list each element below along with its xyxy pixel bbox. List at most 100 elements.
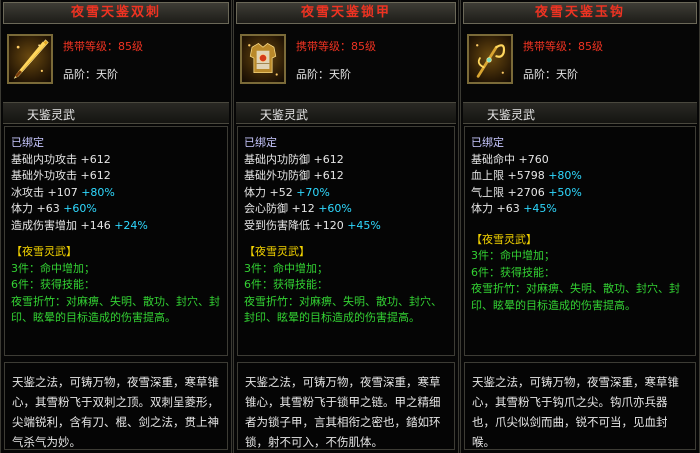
stat-bonus: +80% — [548, 169, 582, 182]
set-bonus-line: 3件：命中增加； — [471, 249, 555, 262]
set-name: 【夜雪灵武】 — [11, 245, 77, 258]
item-title: 夜雪天鉴玉钩 — [463, 2, 697, 24]
level-requirement: 携带等级：85级 — [523, 38, 603, 54]
level-requirement: 携带等级：85级 — [63, 38, 143, 54]
rank: 品阶：天阶 — [63, 66, 118, 82]
stat-name: 造成伤害增加 — [11, 218, 77, 232]
stat-base: +612 — [80, 152, 111, 166]
stat-bonus: +45% — [523, 202, 557, 215]
bound-status: 已绑定 — [244, 136, 277, 149]
stat-base: +63 — [36, 202, 60, 215]
stat-name: 基础外功防御 — [244, 169, 310, 182]
stat-bonus: +80% — [81, 185, 115, 199]
level-label: 携带等级： — [296, 40, 351, 53]
stat-name: 血上限 — [471, 169, 504, 182]
stat-base: +12 — [291, 202, 315, 215]
stat-row: 受到伤害降低 +120 +45% — [244, 218, 448, 235]
twin-blade-weapon-icon[interactable] — [7, 34, 53, 84]
stat-name: 基础外功攻击 — [11, 169, 77, 182]
stat-name: 会心防御 — [244, 202, 288, 215]
bound-status: 已绑定 — [11, 136, 44, 149]
stat-base: +612 — [80, 169, 111, 182]
stat-name: 体力 — [11, 202, 33, 215]
item-description: 天鉴之法，可铸万物，夜雪深重，寒草锥心，其雪粉飞于钩爪之尖。钩爪亦兵器也，爪尖似… — [464, 362, 696, 450]
level-label: 携带等级： — [63, 40, 118, 53]
set-name: 【夜雪灵武】 — [244, 245, 310, 258]
set-bonus-line: 6件：获得技能： — [471, 265, 555, 279]
bound-status: 已绑定 — [471, 136, 504, 149]
item-card-twin-blade: 夜雪天鉴双刺 携带等级：85级 品阶：天阶 天鉴灵武 已绑定 基础内功攻击 +6… — [0, 0, 232, 453]
stat-bonus: +60% — [63, 202, 97, 215]
stat-row: 基础外功攻击 +612 — [11, 168, 221, 185]
rank-label: 品阶： — [296, 68, 329, 81]
level-value: 85级 — [118, 40, 143, 53]
item-card-jade-hook: 夜雪天鉴玉钩 携带等级：85级 品阶：天阶 天鉴灵武 已绑定 基础命中 +760… — [460, 0, 700, 453]
stat-row: 基础命中 +760 — [471, 152, 689, 169]
stat-bonus: +45% — [347, 218, 381, 232]
rank-value: 天阶 — [329, 68, 351, 81]
stat-row: 基础外功防御 +612 — [244, 168, 448, 185]
stat-name: 基础内功攻击 — [11, 152, 77, 166]
stat-row: 基础内功防御 +612 — [244, 152, 448, 169]
stat-name: 体力 — [244, 185, 266, 199]
stat-row: 造成伤害增加 +146 +24% — [11, 218, 221, 235]
stat-name: 冰攻击 — [11, 185, 44, 199]
item-card-chain-armor: 夜雪天鉴锁甲 携带等级：85级 品阶：天阶 天鉴灵武 已绑定 基础内功防御 +6… — [233, 0, 459, 453]
rank-label: 品阶： — [63, 68, 96, 81]
stat-base: +612 — [313, 152, 344, 166]
category-bar: 天鉴灵武 — [463, 102, 697, 124]
rank-value: 天阶 — [96, 68, 118, 81]
level-value: 85级 — [351, 40, 376, 53]
stat-name: 基础命中 — [471, 152, 515, 166]
category-label: 天鉴灵武 — [260, 108, 309, 122]
stats-panel: 已绑定 基础内功攻击 +612 基础外功攻击 +612 冰攻击 +107 +80… — [4, 126, 228, 356]
stat-base: +63 — [496, 202, 520, 215]
set-bonus-line: 3件：命中增加； — [244, 261, 328, 275]
jade-hook-weapon-icon[interactable] — [467, 34, 513, 84]
stat-row: 气上限 +2706 +50% — [471, 185, 689, 202]
set-bonus-line: 6件：获得技能： — [11, 278, 95, 291]
item-title: 夜雪天鉴锁甲 — [236, 2, 456, 24]
item-title: 夜雪天鉴双刺 — [3, 2, 229, 24]
level-requirement: 携带等级：85级 — [296, 38, 376, 54]
stat-name: 气上限 — [471, 185, 504, 199]
set-name: 【夜雪灵武】 — [471, 232, 537, 246]
stat-name: 受到伤害降低 — [244, 218, 310, 232]
rank-value: 天阶 — [556, 68, 578, 81]
category-bar: 天鉴灵武 — [3, 102, 229, 124]
stat-row: 基础内功攻击 +612 — [11, 152, 221, 169]
stat-row: 体力 +52 +70% — [244, 185, 448, 202]
stat-bonus: +50% — [548, 185, 582, 199]
stat-row: 体力 +63 +45% — [471, 201, 689, 218]
level-value: 85级 — [578, 40, 603, 53]
stat-name: 基础内功防御 — [244, 152, 310, 166]
stat-base: +52 — [269, 185, 293, 199]
stat-base: +107 — [47, 185, 78, 199]
rank: 品阶：天阶 — [296, 66, 351, 82]
set-bonus-line: 6件：获得技能： — [244, 278, 328, 291]
stat-bonus: +24% — [114, 218, 148, 232]
item-description: 天鉴之法，可铸万物，夜雪深重，寒草锥心，其雪粉飞于锁甲之链。甲之精细者为锁子甲，… — [237, 362, 455, 450]
stat-row: 体力 +63 +60% — [11, 201, 221, 218]
set-bonus-line: 3件：命中增加； — [11, 261, 95, 275]
category-label: 天鉴灵武 — [487, 108, 536, 122]
stats-panel: 已绑定 基础内功防御 +612 基础外功防御 +612 体力 +52 +70% … — [237, 126, 455, 356]
set-skill-desc: 夜雪折竹：对麻痹、失明、散功、封穴、封印、眩晕的目标造成的伤害提高。 — [11, 294, 220, 325]
stat-row: 血上限 +5798 +80% — [471, 168, 689, 185]
set-skill-desc: 夜雪折竹：对麻痹、失明、散功、封穴、封印、眩晕的目标造成的伤害提高。 — [471, 282, 680, 312]
stat-base: +2706 — [507, 185, 545, 199]
level-label: 携带等级： — [523, 40, 578, 53]
rank-label: 品阶： — [523, 68, 556, 81]
stat-name: 体力 — [471, 202, 493, 215]
category-label: 天鉴灵武 — [27, 108, 76, 122]
set-skill-desc: 夜雪折竹：对麻痹、失明、散功、封穴、封印、眩晕的目标造成的伤害提高。 — [244, 294, 442, 325]
stat-base: +146 — [80, 218, 111, 232]
item-description: 天鉴之法，可铸万物，夜雪深重，寒草锥心，其雪粉飞于双刺之顶。双刺呈菱形，尖端锐利… — [4, 362, 228, 450]
rank: 品阶：天阶 — [523, 66, 578, 82]
stat-base: +612 — [313, 169, 344, 182]
stat-base: +760 — [518, 152, 549, 166]
stat-bonus: +60% — [318, 202, 352, 215]
stat-row: 会心防御 +12 +60% — [244, 201, 448, 218]
armor-chestplate-icon[interactable] — [240, 34, 286, 84]
stat-base: +5798 — [507, 169, 545, 182]
